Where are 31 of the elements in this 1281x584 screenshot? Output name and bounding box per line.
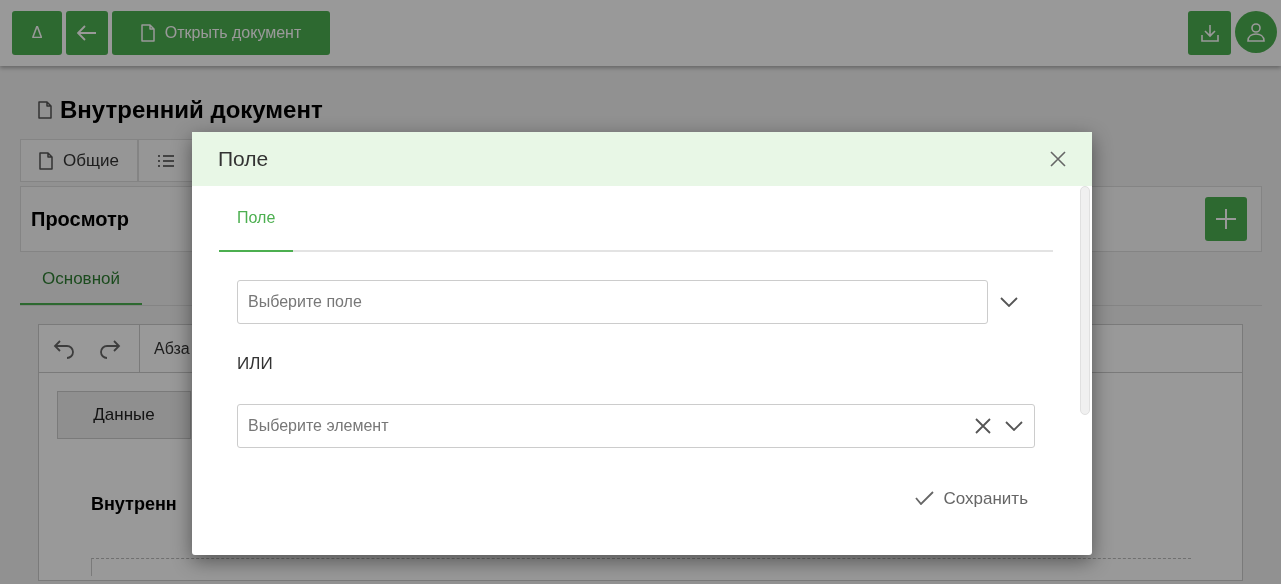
list-icon: [156, 153, 175, 168]
view-tab[interactable]: Основной: [20, 255, 142, 305]
back-button[interactable]: [66, 11, 108, 55]
arrow-left-icon: [77, 25, 97, 41]
title-document-icon: [38, 101, 52, 119]
add-button[interactable]: [1205, 197, 1247, 241]
plus-icon: [1215, 208, 1237, 230]
chevron-down-icon[interactable]: [1000, 297, 1018, 307]
or-label: ИЛИ: [237, 354, 273, 373]
chevron-down-icon[interactable]: [1005, 420, 1023, 431]
user-icon: [1246, 22, 1266, 42]
page-title: Внутренний документ: [60, 95, 323, 125]
element-select[interactable]: Выберите элемент: [237, 403, 1035, 448]
download-icon: [1199, 23, 1220, 43]
document-icon: [140, 24, 155, 42]
close-icon[interactable]: [1050, 151, 1066, 167]
paragraph-format[interactable]: Абза: [154, 336, 190, 361]
page-tab[interactable]: [137, 139, 194, 182]
data-tab[interactable]: Данные: [57, 391, 191, 439]
document-icon: [39, 151, 53, 170]
undo-icon[interactable]: [53, 338, 75, 359]
document-heading: Внутренн: [91, 494, 177, 514]
field-select[interactable]: Выберите поле: [237, 280, 988, 324]
user-avatar[interactable]: [1235, 11, 1277, 53]
section-title: Просмотр: [31, 207, 129, 232]
page-tab[interactable]: Общие: [20, 139, 138, 182]
clear-icon[interactable]: [975, 417, 991, 434]
check-icon: [914, 491, 934, 506]
dialog-title: Поле: [218, 146, 269, 173]
redo-icon[interactable]: [99, 338, 121, 359]
save-button[interactable]: Сохранить: [914, 485, 1028, 511]
